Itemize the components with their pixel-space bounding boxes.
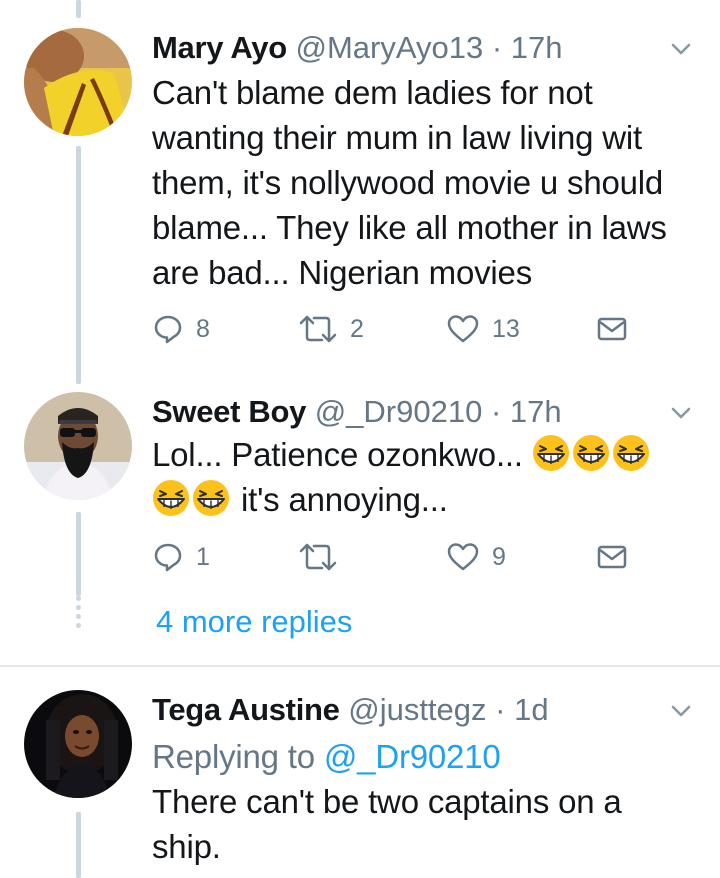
grinning-squinting-face-icon: [152, 480, 192, 518]
heart-icon: [446, 313, 480, 345]
chevron-down-icon[interactable]: [668, 400, 694, 426]
tweet-text-part: Lol... Patience ozonkwo...: [152, 436, 523, 473]
divider: [0, 665, 720, 667]
direct-message-button[interactable]: [596, 537, 628, 577]
tweet-header: Mary Ayo @MaryAyo13 · 17h: [152, 28, 660, 68]
reply-count: 8: [196, 314, 210, 343]
heart-icon: [446, 541, 480, 573]
more-replies-link[interactable]: 4 more replies: [156, 602, 352, 642]
tweet-header: Tega Austine @justtegz · 1d: [152, 690, 660, 730]
avatar[interactable]: [24, 28, 132, 136]
like-button[interactable]: 9: [446, 537, 506, 577]
retweet-icon: [298, 541, 338, 573]
display-name[interactable]: Sweet Boy: [152, 394, 306, 429]
retweet-button[interactable]: 2: [298, 309, 364, 349]
reply-icon: [152, 313, 184, 345]
tweet-header: Sweet Boy @_Dr90210 · 17h: [152, 392, 660, 432]
reply-icon: [152, 541, 184, 573]
separator: ·: [491, 30, 503, 65]
envelope-icon: [596, 542, 628, 572]
like-count: 9: [492, 542, 506, 571]
tweet[interactable]: Tega Austine @justtegz · 1d Replying to …: [0, 690, 720, 878]
retweet-count: 2: [350, 314, 364, 343]
tweet-body: Replying to @_Dr90210 There can't be two…: [152, 734, 690, 869]
like-count: 13: [492, 314, 520, 343]
reply-count: 1: [196, 542, 210, 571]
reply-button[interactable]: 1: [152, 537, 210, 577]
retweet-button[interactable]: [298, 537, 338, 577]
tweet[interactable]: Sweet Boy @_Dr90210 · 17h Lol... Patienc…: [0, 392, 720, 592]
timestamp[interactable]: 1d: [514, 692, 548, 727]
tweet[interactable]: Mary Ayo @MaryAyo13 · 17h Can't blame de…: [0, 28, 720, 358]
grinning-squinting-face-icon: [532, 435, 572, 473]
chevron-down-icon[interactable]: [668, 698, 694, 724]
tweet-actions: 8 2 13: [152, 309, 672, 349]
separator: ·: [490, 394, 502, 429]
avatar[interactable]: [24, 690, 132, 798]
reply-button[interactable]: 8: [152, 309, 210, 349]
tweet-text: Can't blame dem ladies for not wanting t…: [152, 74, 667, 291]
tweet-actions: 1 9: [152, 537, 672, 577]
tweet-text-line: it's annoying...: [152, 477, 690, 522]
envelope-icon: [596, 314, 628, 344]
direct-message-button[interactable]: [596, 309, 628, 349]
retweet-icon: [298, 313, 338, 345]
thread-dots: [76, 596, 81, 632]
display-name[interactable]: Mary Ayo: [152, 30, 287, 65]
grinning-squinting-face-icon: [612, 435, 652, 473]
grinning-squinting-face-icon: [572, 435, 612, 473]
replying-to-line: Replying to @_Dr90210: [152, 734, 690, 779]
chevron-down-icon[interactable]: [668, 36, 694, 62]
like-button[interactable]: 13: [446, 309, 520, 349]
replying-to-label: Replying to: [152, 738, 315, 775]
separator: ·: [495, 692, 506, 727]
tweet-text-part: it's annoying...: [240, 481, 448, 518]
tweet-text-line: Lol... Patience ozonkwo...: [152, 432, 690, 477]
mention-link[interactable]: @_Dr90210: [324, 738, 501, 775]
thread-line: [76, 0, 81, 18]
avatar[interactable]: [24, 392, 132, 500]
handle[interactable]: @MaryAyo13: [295, 30, 483, 65]
handle[interactable]: @justtegz: [348, 692, 486, 727]
tweet-text: There can't be two captains on a ship.: [152, 783, 622, 865]
timestamp[interactable]: 17h: [510, 394, 562, 429]
handle[interactable]: @_Dr90210: [315, 394, 483, 429]
timestamp[interactable]: 17h: [511, 30, 563, 65]
grinning-squinting-face-icon: [192, 480, 232, 518]
display-name[interactable]: Tega Austine: [152, 692, 340, 727]
tweet-text: Lol... Patience ozonkwo... it's annoying…: [152, 432, 690, 522]
